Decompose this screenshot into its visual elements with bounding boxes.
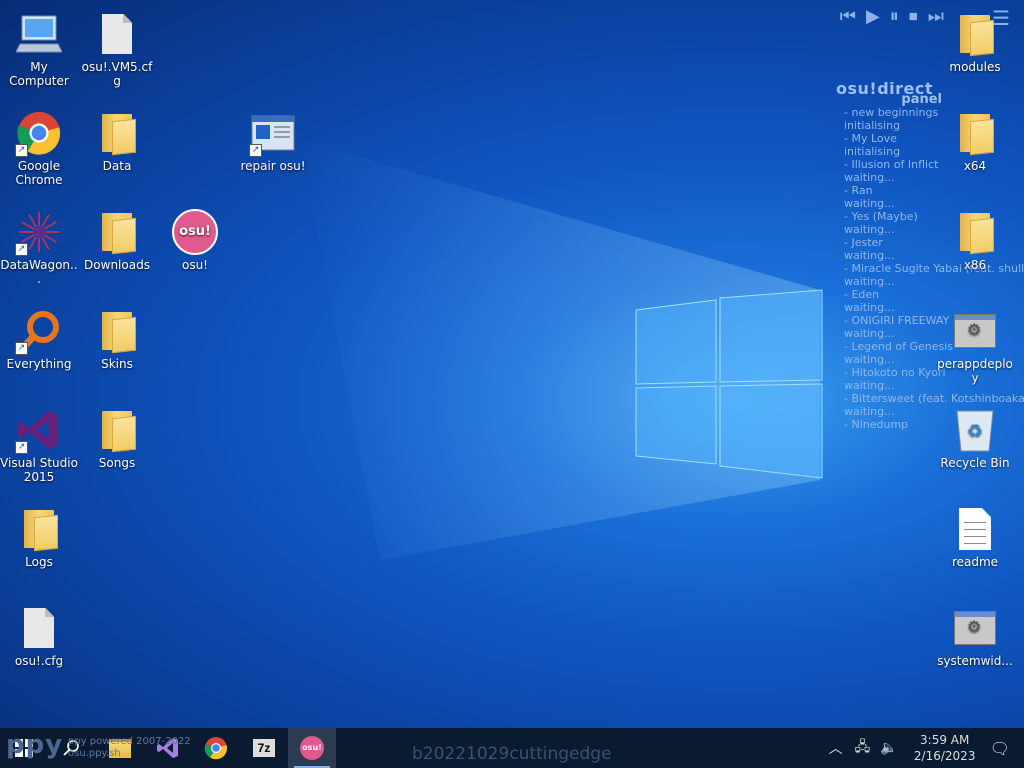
desktop-icon-label: osu!.cfg: [14, 654, 64, 668]
ppy-powered-text: ppy powered 2007-2022 osu.ppy.sh: [68, 736, 191, 759]
play-icon[interactable]: ▶: [866, 6, 880, 27]
stop-icon[interactable]: ⏹: [909, 6, 918, 27]
folder-icon: [24, 510, 54, 548]
svg-text:♻: ♻: [967, 421, 983, 442]
desktop-icon-readme[interactable]: readme: [936, 499, 1014, 585]
desktop-icon-label: systemwid...: [937, 654, 1013, 668]
shortcut-arrow-icon: ↗: [15, 144, 28, 157]
chrome-button[interactable]: [192, 728, 240, 768]
build-watermark: b20221029cuttingedge: [412, 744, 612, 764]
desktop-icon-label: x64: [963, 159, 987, 173]
desktop-icon-osu-cfg[interactable]: osu!.cfg: [0, 598, 78, 684]
chrome-icon: [204, 737, 228, 760]
desktop-icon-label: osu!.VM5.cfg: [81, 60, 153, 88]
desktop-icon-label: Everything: [6, 357, 72, 371]
desktop-icon-skins[interactable]: Skins: [78, 301, 156, 387]
skip-previous-icon[interactable]: ⏮: [840, 6, 856, 27]
desktop-icon-perappdeploy[interactable]: ⚙ perappdeploy: [936, 301, 1014, 387]
settings-window-icon: ⚙: [954, 314, 996, 348]
download-entry-title: - Illusion of Inflict: [844, 158, 939, 171]
folder-icon: [102, 312, 132, 350]
system-tray: ︿ 🖧 🔈 3:59 AM 2/16/2023 🗨: [829, 728, 1024, 768]
7zip-icon: 7z: [253, 739, 275, 757]
desktop-icon-label: readme: [951, 555, 999, 569]
shortcut-arrow-icon: ↗: [15, 243, 28, 256]
desktop-icon-label: My Computer: [9, 60, 69, 88]
download-entry-title: - My Love: [844, 132, 897, 145]
chevron-up-icon[interactable]: ︿: [829, 738, 843, 758]
desktop-icon-everything[interactable]: ↗ Everything: [0, 301, 78, 387]
download-entry-title: - Ninedump: [844, 418, 909, 431]
folder-icon: [102, 114, 132, 152]
recycle-bin-icon: ♻: [956, 410, 994, 452]
desktop-icon-label: Data: [102, 159, 132, 173]
download-entry-title: - ONIGIRI FREEWAY: [844, 314, 950, 327]
desktop-icon-downloads[interactable]: Downloads: [78, 202, 156, 288]
download-entry-title: - Yes (Maybe): [844, 210, 918, 223]
download-entry-title: - new beginnings: [844, 106, 939, 119]
desktop-icon-logs[interactable]: Logs: [0, 499, 78, 585]
folder-icon: [960, 15, 990, 53]
shortcut-arrow-icon: ↗: [249, 144, 262, 157]
file-icon: [102, 14, 132, 54]
settings-window-icon: ⚙: [954, 611, 996, 645]
clock-date: 2/16/2023: [913, 749, 976, 763]
media-controls: ⏮ ▶ ⏸ ⏹ ⏭: [840, 6, 944, 27]
desktop-icon-label: Skins: [101, 357, 133, 371]
desktop-icon-label: perappdeploy: [937, 357, 1013, 385]
download-entry-title: - Jester: [844, 236, 883, 249]
desktop-icon-x86[interactable]: x86: [936, 202, 1014, 288]
desktop-icon-label: osu!: [181, 258, 208, 272]
pause-icon[interactable]: ⏸: [890, 6, 899, 27]
folder-icon: [960, 213, 990, 251]
desktop-icon-osu-vm5-cfg[interactable]: osu!.VM5.cfg: [78, 4, 156, 90]
desktop-icon-label: x86: [963, 258, 987, 272]
clock-time: 3:59 AM: [920, 733, 970, 747]
desktop-icon-my-computer[interactable]: My Computer: [0, 4, 78, 90]
desktop-icon-label: Google Chrome: [15, 159, 63, 187]
download-entry-title: - Ran: [844, 184, 873, 197]
desktop-icon-label: repair osu!: [240, 159, 306, 173]
desktop-icon-label: Recycle Bin: [940, 456, 1010, 470]
desktop-icon-label: Logs: [25, 555, 53, 569]
desktop-icon-label: DataWagon...: [0, 258, 78, 286]
desktop-icon-label: Downloads: [84, 258, 150, 272]
folder-icon: [102, 213, 132, 251]
desktop-icon-modules[interactable]: modules: [936, 4, 1014, 90]
clock[interactable]: 3:59 AM 2/16/2023: [910, 732, 980, 764]
desktop-icon-google-chrome[interactable]: ↗ Google Chrome: [0, 103, 78, 189]
osu-icon: osu!: [172, 209, 218, 255]
notifications-icon[interactable]: 🗨: [990, 739, 1010, 758]
download-entry-title: - Hitokoto no Kyori: [844, 366, 946, 379]
desktop-icon-datawagon[interactable]: ↗ DataWagon...: [0, 202, 78, 288]
desktop-icon-label: Visual Studio 2015: [0, 456, 78, 484]
desktop-icon-visual-studio-2015[interactable]: ↗ Visual Studio 2015: [0, 400, 78, 486]
ppy-watermark: ppy: [6, 730, 64, 760]
windows-logo: [635, 289, 823, 479]
desktop-icon-systemwid[interactable]: ⚙ systemwid...: [936, 598, 1014, 684]
file-icon: [24, 608, 54, 648]
desktop-icon-repair-osu[interactable]: ↗ repair osu!: [234, 103, 312, 189]
desktop-icon-x64[interactable]: x64: [936, 103, 1014, 189]
network-icon[interactable]: 🖧: [855, 736, 871, 760]
folder-icon: [960, 114, 990, 152]
shortcut-arrow-icon: ↗: [15, 441, 28, 454]
desktop-icon-data[interactable]: Data: [78, 103, 156, 189]
osu-taskbar-button[interactable]: osu!: [288, 728, 336, 768]
osu-icon: osu!: [300, 736, 324, 760]
desktop-icon-label: Songs: [98, 456, 136, 470]
computer-icon: [16, 15, 62, 53]
text-document-icon: [959, 508, 991, 550]
desktop-icon-recycle-bin[interactable]: ♻ Recycle Bin: [936, 400, 1014, 486]
desktop-icon-osu[interactable]: osu! osu!: [156, 202, 234, 288]
download-entry-title: - Eden: [844, 288, 880, 301]
volume-icon[interactable]: 🔈: [880, 740, 897, 756]
desktop-icon-songs[interactable]: Songs: [78, 400, 156, 486]
folder-icon: [102, 411, 132, 449]
shortcut-arrow-icon: ↗: [15, 342, 28, 355]
desktop-icon-label: modules: [949, 60, 1001, 74]
7zip-button[interactable]: 7z: [240, 728, 288, 768]
